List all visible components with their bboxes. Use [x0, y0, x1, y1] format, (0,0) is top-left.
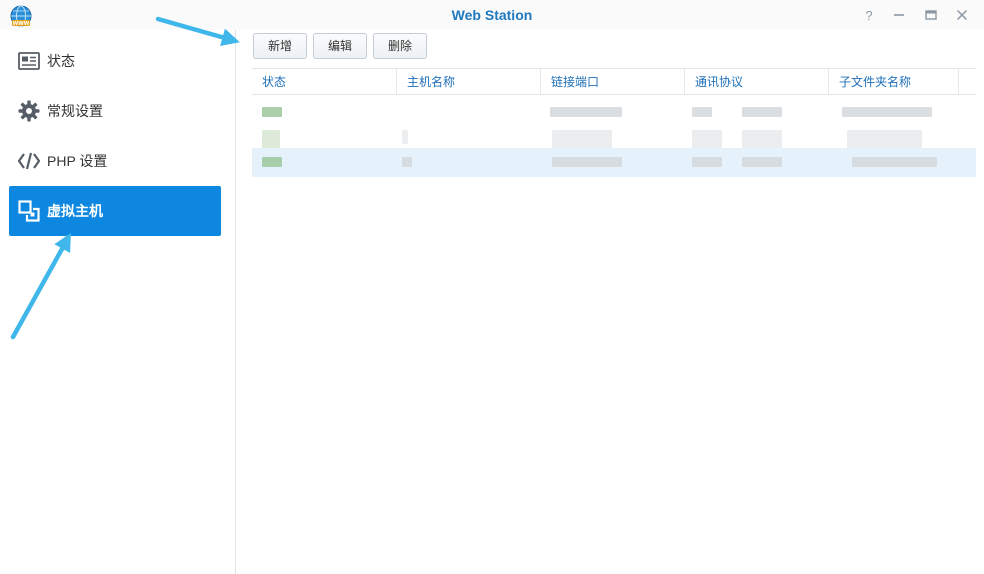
- maximize-button[interactable]: [921, 5, 941, 25]
- obscured-cell: [692, 130, 722, 148]
- obscured-cell: [742, 157, 782, 167]
- column-header-protocol[interactable]: 通讯协议: [685, 69, 829, 95]
- svg-text:WWW: WWW: [13, 21, 30, 27]
- web-station-window: WWW Web Station ? 状态 常规设置 PHP 设置 虚拟主机 新增…: [0, 0, 984, 574]
- gear-icon: [17, 99, 41, 123]
- close-icon: [956, 9, 968, 21]
- title-bar[interactable]: WWW Web Station ?: [0, 0, 984, 30]
- sidebar-item-status[interactable]: 状态: [9, 36, 221, 86]
- code-icon: [17, 149, 41, 173]
- sidebar-item-label: 常规设置: [47, 103, 103, 119]
- column-header-hostname[interactable]: 主机名称: [397, 69, 541, 95]
- status-indicator: [262, 107, 282, 117]
- sidebar-item-php-settings[interactable]: PHP 设置: [9, 136, 221, 186]
- status-indicator: [262, 130, 280, 148]
- column-header-port[interactable]: 链接端口: [541, 69, 685, 95]
- close-button[interactable]: [952, 5, 972, 25]
- maximize-icon: [925, 10, 937, 20]
- obscured-cell: [742, 107, 782, 117]
- obscured-cell: [402, 157, 412, 167]
- column-header-status[interactable]: 状态: [252, 69, 397, 95]
- obscured-cell: [402, 130, 408, 144]
- obscured-cell: [552, 157, 622, 167]
- add-button[interactable]: 新增: [253, 33, 307, 59]
- minimize-icon: [894, 14, 904, 16]
- help-icon: ?: [865, 7, 873, 23]
- window-title: Web Station: [451, 7, 533, 23]
- web-station-app-icon: WWW: [9, 5, 33, 29]
- sidebar: 状态 常规设置 PHP 设置 虚拟主机: [0, 30, 236, 574]
- column-header-subfolder[interactable]: 子文件夹名称: [829, 69, 959, 95]
- status-indicator: [262, 157, 282, 167]
- obscured-cell: [692, 157, 722, 167]
- sidebar-item-label: PHP 设置: [47, 153, 108, 169]
- obscured-cell: [552, 130, 612, 148]
- obscured-cell: [852, 157, 937, 167]
- table-row[interactable]: [252, 97, 976, 126]
- sidebar-item-general-settings[interactable]: 常规设置: [9, 86, 221, 136]
- table-header: 状态 主机名称 链接端口 通讯协议 子文件夹名称: [252, 68, 976, 95]
- minimize-button[interactable]: [889, 5, 909, 25]
- help-button[interactable]: ?: [859, 5, 879, 25]
- edit-button[interactable]: 编辑: [313, 33, 367, 59]
- obscured-cell: [842, 107, 932, 117]
- virtual-host-icon: [17, 199, 41, 223]
- obscured-cell: [847, 130, 922, 148]
- obscured-cell: [692, 107, 712, 117]
- sidebar-item-label: 状态: [47, 53, 75, 69]
- sidebar-item-virtual-host[interactable]: 虚拟主机: [9, 186, 221, 236]
- table-row[interactable]: [252, 148, 976, 177]
- obscured-cell: [742, 130, 782, 148]
- delete-button[interactable]: 删除: [373, 33, 427, 59]
- obscured-cell: [550, 107, 622, 117]
- sidebar-item-label: 虚拟主机: [47, 203, 103, 219]
- status-card-icon: [17, 49, 41, 73]
